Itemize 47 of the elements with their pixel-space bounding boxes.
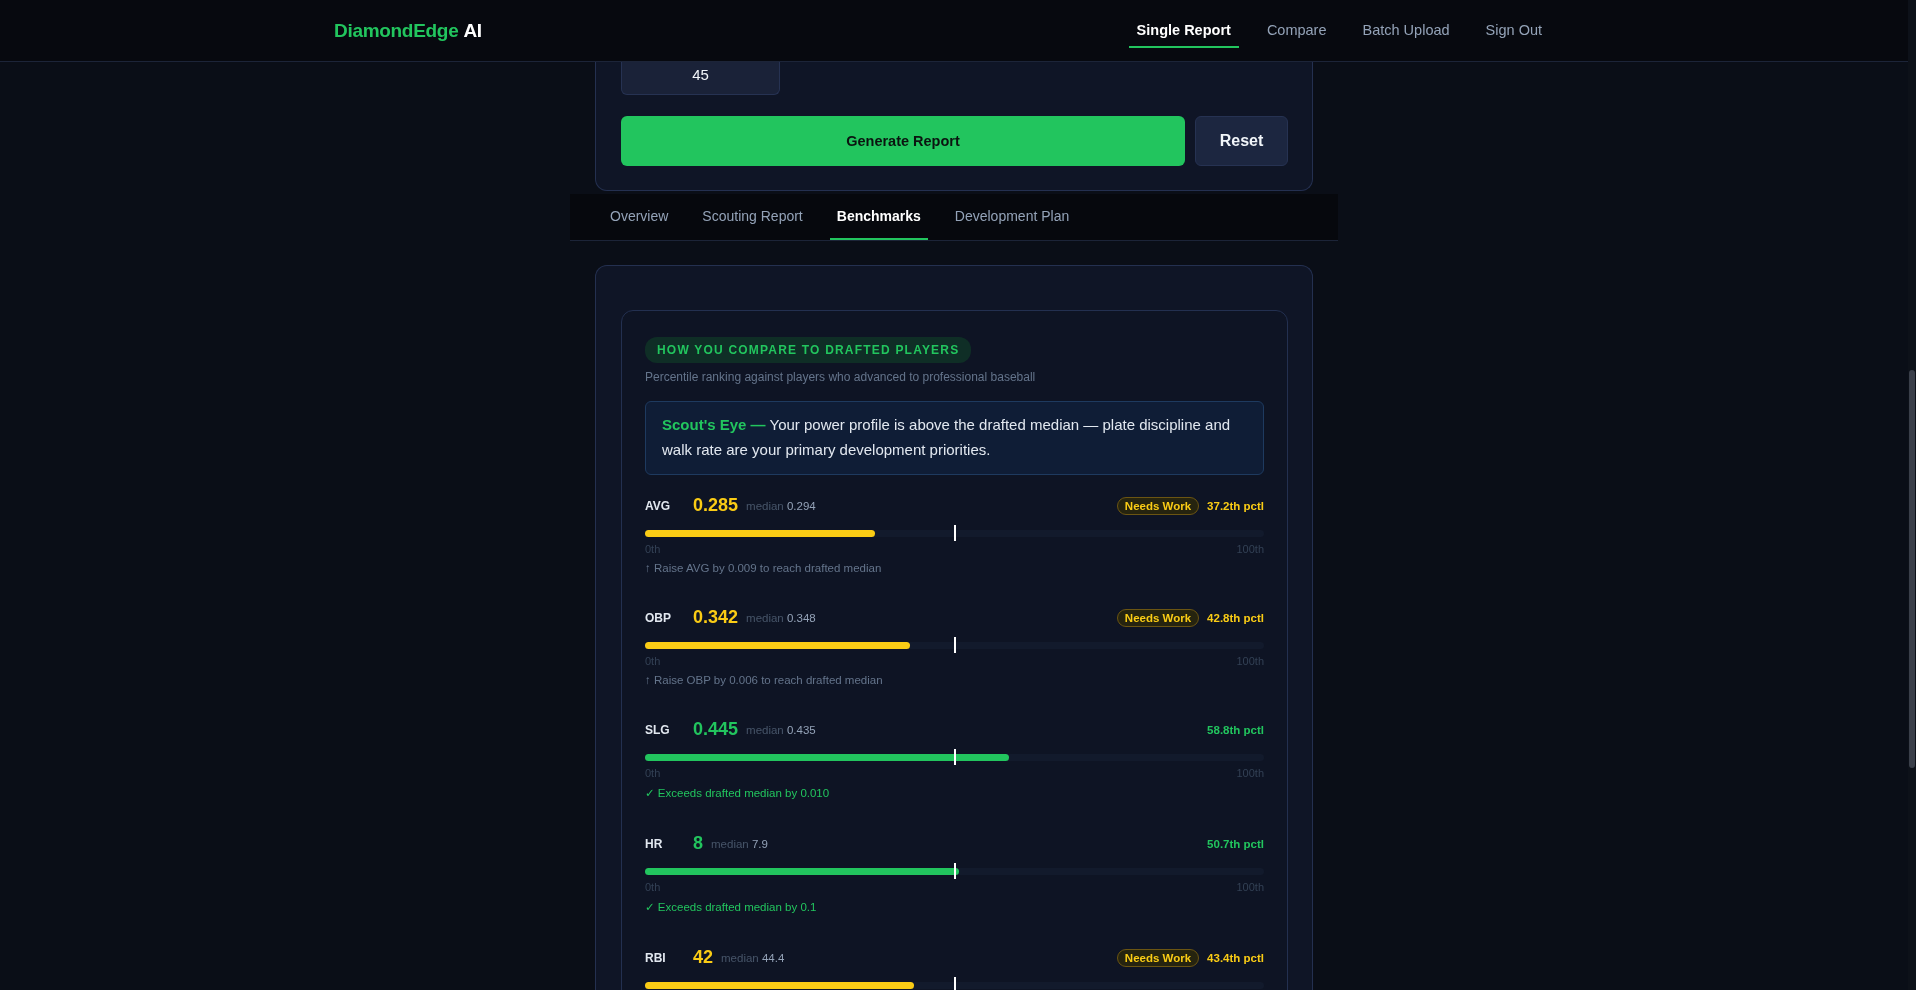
status-badge: Needs Work [1116, 608, 1200, 627]
status-badge: Needs Work [1116, 496, 1200, 515]
input-field[interactable]: 45 [621, 62, 780, 95]
generate-button[interactable]: Generate Report [621, 116, 1185, 166]
median-marker [953, 976, 956, 990]
metric-note: ↑ Raise AVG by 0.009 to reach drafted median [645, 561, 883, 574]
status-badge: Needs Work [1116, 948, 1200, 967]
percentile-text: 43.4th pctl [1207, 951, 1264, 964]
metric-note: ✓ Exceeds drafted median by 0.1 [645, 899, 818, 914]
median-text: median 0.435 [746, 723, 816, 736]
median-text: median 7.9 [711, 837, 768, 850]
insight-callout: Scout's Eye — Your power profile is above the drafted median — plate discipline and walk rate are your primary development priorities. [645, 401, 1264, 475]
nav-link[interactable]: Single Report [1128, 13, 1239, 48]
percentile-text: 50.7th pctl [1207, 837, 1264, 850]
nav-link[interactable]: Compare [1258, 13, 1335, 48]
tab[interactable]: Scouting Report [695, 194, 810, 240]
percentile-text: 37.2th pctl [1207, 499, 1264, 512]
stat-value: 42 [693, 947, 714, 968]
stat-label: AVG [645, 498, 672, 513]
stat-value: 0.342 [693, 607, 739, 628]
median-text: median 0.294 [746, 499, 816, 512]
stat-label: HR [645, 836, 664, 851]
tab[interactable]: Development Plan [947, 194, 1077, 240]
percentile-text: 42.8th pctl [1207, 611, 1264, 624]
tab[interactable]: Benchmarks [829, 194, 928, 240]
reset-button[interactable]: Reset [1195, 116, 1288, 166]
stat-label: RBI [645, 950, 667, 965]
subtitle: Percentile ranking against players who advanced to professional baseball [645, 370, 1037, 384]
section-badge: HOW YOU COMPARE TO DRAFTED PLAYERS [645, 337, 972, 363]
stat-label: SLG [645, 722, 671, 737]
stat-value: 8 [693, 833, 703, 854]
stat-value: 0.445 [693, 719, 739, 740]
median-text: median 44.4 [721, 951, 785, 964]
stat-label: OBP [645, 610, 672, 625]
nav-link[interactable]: Sign Out [1477, 13, 1550, 48]
tab[interactable]: Overview [603, 194, 676, 240]
median-marker [953, 524, 956, 541]
percentile-text: 58.8th pctl [1207, 723, 1264, 736]
nav-link[interactable]: Batch Upload [1354, 13, 1458, 48]
metric-note: ↑ Raise OBP by 0.006 to reach drafted median [645, 673, 884, 686]
stat-value: 0.285 [693, 495, 739, 516]
median-marker [953, 862, 956, 879]
metric-note: ✓ Exceeds drafted median by 0.010 [645, 785, 831, 800]
median-text: median 0.348 [746, 611, 816, 624]
logo[interactable]: DiamondEdge AI [334, 19, 482, 42]
median-marker [953, 748, 956, 765]
median-marker [953, 636, 956, 653]
